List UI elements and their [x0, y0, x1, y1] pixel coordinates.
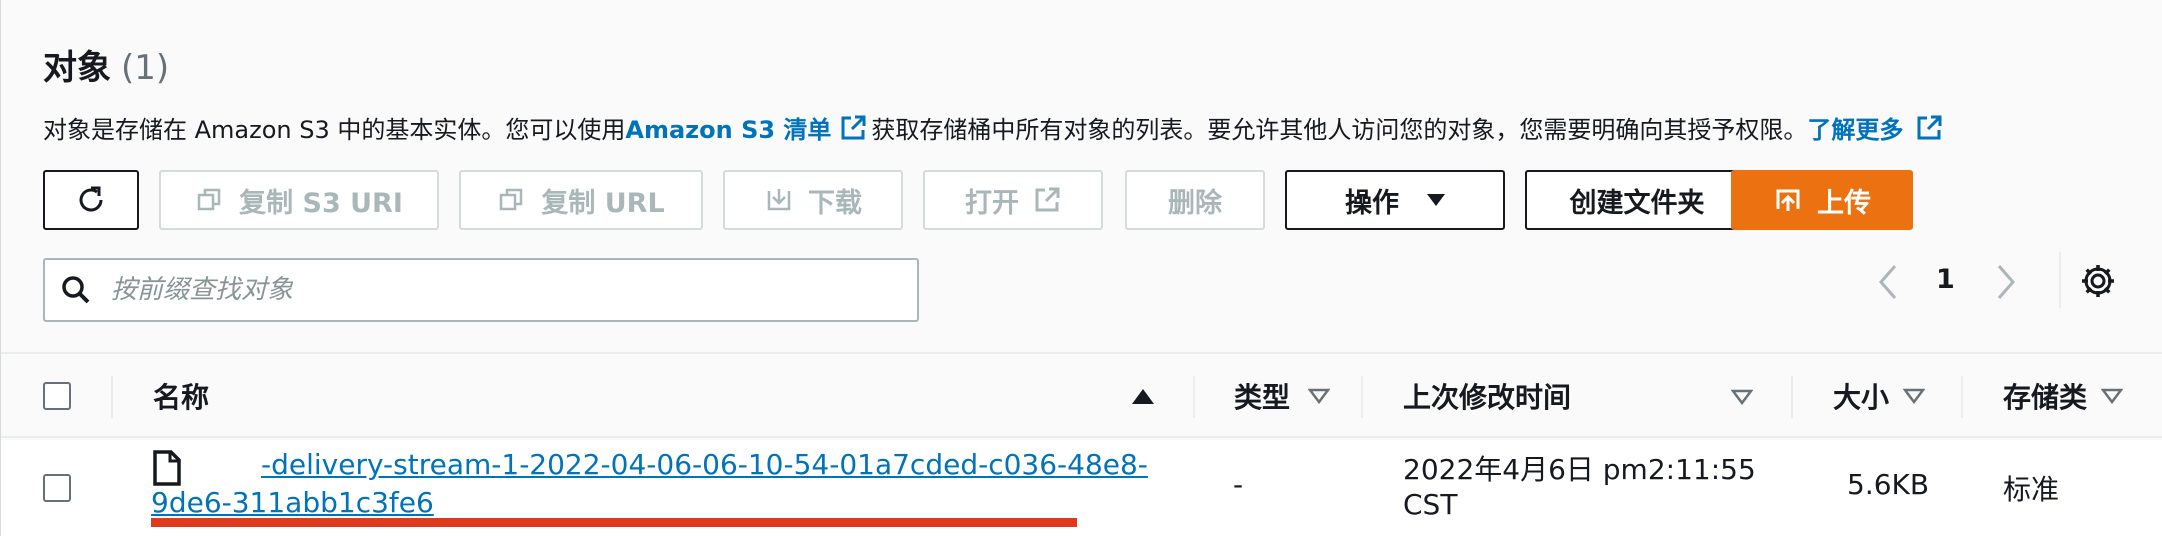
refresh-button[interactable]: [43, 170, 139, 230]
description-text-1: 对象是存储在 Amazon S3 中的基本实体。您可以使用: [43, 116, 626, 144]
row-checkbox[interactable]: [43, 474, 71, 502]
search-icon: [62, 276, 90, 304]
copy-s3-uri-label: 复制 S3 URI: [239, 187, 403, 219]
column-header-last-modified[interactable]: 上次修改时间: [1403, 354, 1571, 438]
column-label-last-modified: 上次修改时间: [1403, 381, 1572, 414]
sort-ascending-icon[interactable]: [1132, 389, 1154, 404]
external-link-icon: [1033, 186, 1061, 214]
column-divider: [1961, 376, 1963, 418]
next-page-icon[interactable]: [1991, 262, 2021, 302]
upload-icon: [1773, 185, 1803, 215]
object-size: 5.6KB: [1847, 468, 1930, 501]
download-icon: [764, 185, 794, 215]
upload-label: 上传: [1817, 187, 1871, 219]
column-header-type[interactable]: 类型: [1234, 354, 1331, 438]
external-link-icon[interactable]: [1915, 114, 1943, 142]
open-label: 打开: [965, 187, 1019, 219]
refresh-icon: [73, 182, 109, 218]
sort-icon[interactable]: [1731, 389, 1753, 405]
external-link-icon[interactable]: [839, 114, 867, 142]
create-folder-button[interactable]: 创建文件夹: [1525, 170, 1749, 230]
last-modified-date: 2022年4月6日 pm2:11:55: [1403, 453, 1756, 486]
column-label-type: 类型: [1234, 381, 1291, 414]
object-name-link-continued[interactable]: 9de6-311abb1c3fe6: [151, 486, 434, 519]
last-modified-timezone: CST: [1403, 488, 1458, 521]
delete-label: 删除: [1168, 187, 1222, 219]
gear-icon[interactable]: [2079, 262, 2117, 300]
create-folder-label: 创建文件夹: [1569, 187, 1705, 219]
inventory-link[interactable]: Amazon S3 清单: [625, 110, 831, 145]
sort-icon: [1308, 388, 1331, 404]
sort-icon: [1903, 388, 1926, 404]
storage-class: 标准: [2003, 473, 2060, 506]
object-type: -: [1233, 468, 1244, 501]
objects-panel: 对象 (1) 对象是存储在 Amazon S3 中的基本实体。您可以使用 Ama…: [0, 0, 2162, 536]
search-input[interactable]: [111, 275, 871, 305]
column-divider: [111, 376, 113, 418]
copy-icon: [195, 185, 225, 215]
annotation-underline: [151, 518, 1077, 527]
download-label: 下载: [808, 187, 862, 219]
page-title: 对象: [43, 48, 111, 88]
table-header: 名称 类型 上次修改时间 大小 存储类: [1, 352, 2162, 438]
learn-more-link[interactable]: 了解更多: [1807, 110, 1903, 145]
object-name-link[interactable]: -delivery-stream-1-2022-04-06-06-10-54-0…: [261, 448, 1148, 481]
copy-icon: [497, 185, 527, 215]
column-label-name: 名称: [153, 381, 210, 414]
actions-label: 操作: [1345, 187, 1399, 219]
toolbar-divider: [2059, 252, 2061, 308]
select-all-checkbox[interactable]: [43, 382, 71, 410]
search-field[interactable]: [43, 258, 919, 322]
sort-icon: [2101, 388, 2124, 404]
column-header-size[interactable]: 大小: [1833, 354, 1926, 438]
column-header-name[interactable]: 名称: [153, 354, 209, 438]
delete-button[interactable]: 删除: [1125, 170, 1265, 230]
current-page-number[interactable]: 1: [1936, 264, 1955, 295]
object-count: (1): [121, 48, 170, 88]
column-divider: [1791, 376, 1793, 418]
column-divider: [1193, 376, 1195, 418]
column-divider: [1361, 376, 1363, 418]
column-header-storage-class[interactable]: 存储类: [2003, 354, 2124, 438]
copy-url-label: 复制 URL: [541, 187, 665, 219]
description-text-2: 获取存储桶中所有对象的列表。要允许其他人访问您的对象，您需要明确向其授予权限。: [871, 116, 1808, 144]
panel-description: 对象是存储在 Amazon S3 中的基本实体。您可以使用 Amazon S3 …: [43, 110, 1947, 145]
upload-button[interactable]: 上传: [1731, 170, 1913, 230]
column-label-size: 大小: [1833, 381, 1890, 414]
previous-page-icon[interactable]: [1873, 262, 1903, 302]
copy-s3-uri-button[interactable]: 复制 S3 URI: [159, 170, 439, 230]
caret-down-icon: [1427, 194, 1445, 206]
panel-header: 对象 (1): [43, 40, 169, 89]
actions-dropdown[interactable]: 操作: [1285, 170, 1505, 230]
file-icon: [153, 450, 181, 486]
download-button[interactable]: 下载: [723, 170, 903, 230]
column-label-storage-class: 存储类: [2003, 381, 2088, 414]
copy-url-button[interactable]: 复制 URL: [459, 170, 703, 230]
open-button[interactable]: 打开: [923, 170, 1103, 230]
